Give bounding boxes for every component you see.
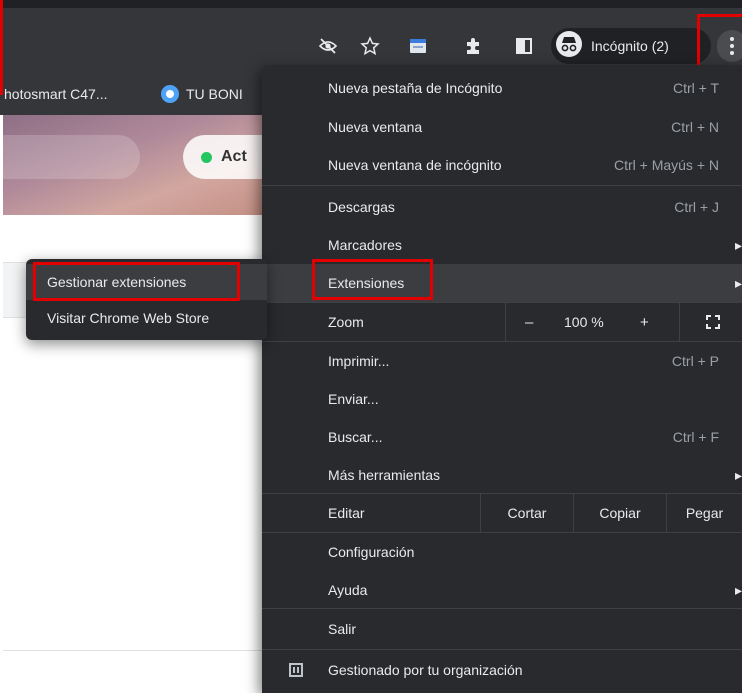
menu-item-downloads[interactable]: Descargas Ctrl + J	[262, 188, 742, 226]
menu-item-exit[interactable]: Salir	[262, 610, 742, 648]
manage-extensions-highlight	[33, 262, 240, 301]
zoom-divider	[679, 303, 680, 341]
menu-item-find[interactable]: Buscar... Ctrl + F	[262, 418, 742, 456]
side-panel-icon[interactable]	[511, 33, 537, 59]
status-dot-icon	[201, 151, 212, 163]
page-hero-banner: Act	[0, 115, 283, 215]
zoom-in-button[interactable]: +	[640, 314, 649, 331]
menu-separator	[262, 185, 742, 186]
hero-status-text: Act	[221, 148, 247, 165]
bookmark-favicon-icon	[161, 85, 179, 103]
chevron-right-icon: ▸	[734, 466, 742, 483]
menu-separator	[262, 608, 742, 609]
zoom-level: 100 %	[564, 314, 604, 330]
page-divider	[3, 650, 265, 651]
bookmark-hotosmart[interactable]: hotosmart C47...	[4, 86, 108, 102]
chevron-right-icon: ▸	[734, 274, 742, 291]
chevron-right-icon: ▸	[734, 581, 742, 598]
menu-item-help[interactable]: Ayuda ▸	[262, 571, 742, 609]
menu-item-zoom: Zoom – 100 % +	[262, 303, 742, 341]
menu-item-print[interactable]: Imprimir... Ctrl + P	[262, 342, 742, 380]
bookmark-tu-boni[interactable]: TU BONI	[186, 86, 243, 102]
copy-button[interactable]: Copiar	[574, 494, 666, 532]
star-icon[interactable]	[357, 33, 383, 59]
zoom-divider	[505, 303, 506, 341]
incognito-icon	[555, 30, 583, 63]
menu-item-more-tools[interactable]: Más herramientas ▸	[262, 456, 742, 494]
menu-item-managed[interactable]: Gestionado por tu organización	[262, 651, 742, 689]
menu-item-settings[interactable]: Configuración	[262, 533, 742, 571]
zoom-out-button[interactable]: –	[525, 314, 533, 331]
extensions-highlight	[312, 259, 433, 300]
paste-button[interactable]: Pegar	[667, 494, 742, 532]
menu-separator	[262, 649, 742, 650]
extension-app-icon[interactable]	[405, 33, 431, 59]
building-icon	[289, 663, 303, 677]
menu-item-new-incognito-tab[interactable]: Nueva pestaña de Incógnito Ctrl + T	[262, 69, 742, 107]
chrome-main-menu: Nueva pestaña de Incógnito Ctrl + T Nuev…	[262, 65, 742, 693]
cut-button[interactable]: Cortar	[481, 494, 573, 532]
tab-strip	[0, 0, 742, 8]
incognito-indicator[interactable]: Incógnito (2)	[551, 28, 711, 64]
menu-item-new-window[interactable]: Nueva ventana Ctrl + N	[262, 108, 742, 146]
incognito-label: Incógnito (2)	[591, 38, 669, 54]
submenu-item-chrome-web-store[interactable]: Visitar Chrome Web Store	[26, 300, 267, 336]
puzzle-icon[interactable]	[460, 33, 486, 59]
menu-item-send[interactable]: Enviar...	[262, 380, 742, 418]
menu-item-new-incognito-window[interactable]: Nueva ventana de incógnito Ctrl + Mayús …	[262, 146, 742, 184]
menu-button-highlight	[697, 14, 742, 72]
hero-pill[interactable]	[0, 135, 140, 179]
eye-off-icon[interactable]	[315, 33, 341, 59]
highlight-strip	[0, 0, 3, 95]
menu-item-edit: Editar Cortar Copiar Pegar	[262, 494, 742, 532]
fullscreen-icon[interactable]	[706, 315, 720, 329]
chevron-right-icon: ▸	[734, 236, 742, 253]
